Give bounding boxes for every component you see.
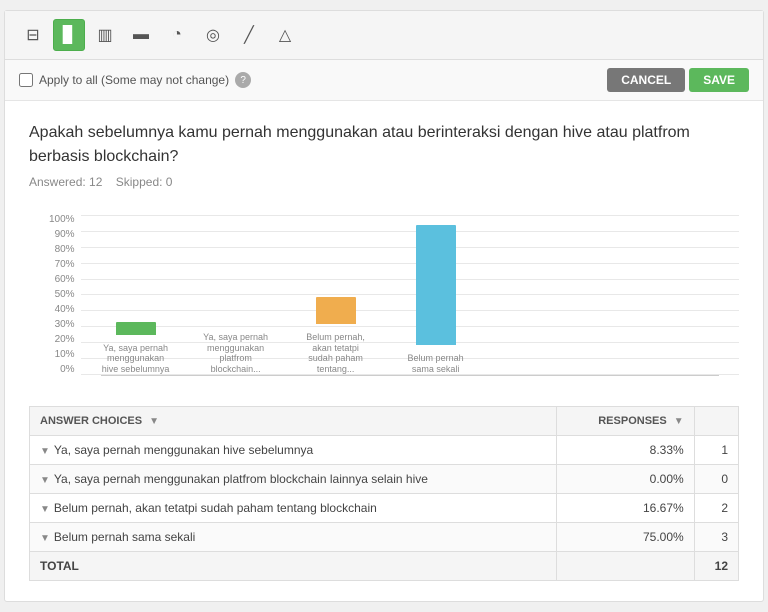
bar-group: Ya, saya pernah menggunakan hive sebelum… xyxy=(101,322,171,375)
row-expand-icon[interactable]: ▼ xyxy=(40,504,50,515)
bar-x-label: Belum pernah, akan tetatpi sudah paham t… xyxy=(301,332,371,375)
bar xyxy=(116,322,156,335)
answer-choice-cell: ▼Ya, saya pernah menggunakan platfrom bl… xyxy=(30,465,557,494)
apply-all-group: Apply to all (Some may not change) ? xyxy=(19,72,251,88)
main-card: ⊟▊▥▬◔◎╱△ Apply to all (Some may not chan… xyxy=(4,10,764,602)
apply-all-label: Apply to all (Some may not change) xyxy=(39,73,229,87)
table-row: ▼Belum pernah sama sekali75.00%3 xyxy=(30,523,739,552)
y-axis-label: 60% xyxy=(49,275,75,285)
y-axis-label: 80% xyxy=(49,245,75,255)
bar xyxy=(316,297,356,324)
help-icon[interactable]: ? xyxy=(235,72,251,88)
response-count-cell: 0 xyxy=(694,465,738,494)
y-axis-label: 10% xyxy=(49,350,75,360)
answer-choice-cell: ▼Ya, saya pernah menggunakan hive sebelu… xyxy=(30,436,557,465)
table-row: ▼Belum pernah, akan tetatpi sudah paham … xyxy=(30,494,739,523)
pie-chart-icon[interactable]: ◔ xyxy=(161,19,193,51)
apply-all-checkbox[interactable] xyxy=(19,73,33,87)
column-chart-icon[interactable]: ▬ xyxy=(125,19,157,51)
response-pct-cell: 8.33% xyxy=(557,436,694,465)
cancel-button[interactable]: CANCEL xyxy=(607,68,685,92)
y-axis-label: 90% xyxy=(49,230,75,240)
stacked-chart-icon[interactable]: ▥ xyxy=(89,19,121,51)
bar-group: Belum pernah sama sekali xyxy=(401,225,471,375)
y-axis-label: 0% xyxy=(49,365,75,375)
y-axis-label: 100% xyxy=(49,215,75,225)
row-expand-icon[interactable]: ▼ xyxy=(40,533,50,544)
question-meta: Answered: 12 Skipped: 0 xyxy=(29,175,739,189)
action-buttons: CANCEL SAVE xyxy=(607,68,749,92)
table-row: ▼Ya, saya pernah menggunakan platfrom bl… xyxy=(30,465,739,494)
response-pct-cell: 0.00% xyxy=(557,465,694,494)
chart-area: 0% 10% 20% 30% 40% 50% 60% 70% 80% 90% 100% Ya, sa… xyxy=(29,205,739,386)
answer-sort-icon[interactable]: ▼ xyxy=(149,416,159,427)
bar-x-label: Belum pernah sama sekali xyxy=(401,353,471,375)
table-row: ▼Ya, saya pernah menggunakan hive sebelu… xyxy=(30,436,739,465)
bar-x-label: Ya, saya pernah menggunakan hive sebelum… xyxy=(101,343,171,375)
y-axis: 0% 10% 20% 30% 40% 50% 60% 70% 80% 90% 100% xyxy=(49,215,75,375)
col-answer-header: ANSWER CHOICES ▼ xyxy=(30,407,557,436)
bar-chart-icon[interactable]: ▊ xyxy=(53,19,85,51)
save-button[interactable]: SAVE xyxy=(689,68,749,92)
response-pct-cell: 75.00% xyxy=(557,523,694,552)
question-title: Apakah sebelumnya kamu pernah menggunaka… xyxy=(29,121,739,169)
response-count-cell: 3 xyxy=(694,523,738,552)
chart-type-toolbar: ⊟▊▥▬◔◎╱△ xyxy=(5,11,763,60)
content-area: Apakah sebelumnya kamu pernah menggunaka… xyxy=(5,101,763,601)
row-expand-icon[interactable]: ▼ xyxy=(40,475,50,486)
bar-x-label: Ya, saya pernah menggunakan platfrom blo… xyxy=(201,332,271,375)
response-count-cell: 1 xyxy=(694,436,738,465)
total-label-cell: TOTAL xyxy=(30,552,557,581)
y-axis-label: 70% xyxy=(49,260,75,270)
bar-group: Belum pernah, akan tetatpi sudah paham t… xyxy=(301,297,371,375)
answered-value: 12 xyxy=(89,175,102,189)
line-chart-icon[interactable]: ╱ xyxy=(233,19,265,51)
skipped-label: Skipped: xyxy=(116,175,163,189)
bars-row: Ya, saya pernah menggunakan hive sebelum… xyxy=(81,215,739,375)
col-count-header xyxy=(694,407,738,436)
y-axis-label: 20% xyxy=(49,335,75,345)
bar-group: Ya, saya pernah menggunakan platfrom blo… xyxy=(201,324,271,375)
response-pct-cell: 16.67% xyxy=(557,494,694,523)
y-axis-label: 50% xyxy=(49,290,75,300)
responses-sort-icon[interactable]: ▼ xyxy=(674,416,684,427)
table-chart-icon[interactable]: ⊟ xyxy=(17,19,49,51)
total-count-cell: 12 xyxy=(694,552,738,581)
answered-label: Answered: xyxy=(29,175,86,189)
bar xyxy=(416,225,456,345)
answer-choice-cell: ▼Belum pernah sama sekali xyxy=(30,523,557,552)
col-responses-header: RESPONSES ▼ xyxy=(557,407,694,436)
answer-table: ANSWER CHOICES ▼ RESPONSES ▼ ▼Ya, saya p… xyxy=(29,406,739,581)
answer-choice-cell: ▼Belum pernah, akan tetatpi sudah paham … xyxy=(30,494,557,523)
area-chart-icon[interactable]: △ xyxy=(269,19,301,51)
row-expand-icon[interactable]: ▼ xyxy=(40,446,50,457)
options-bar: Apply to all (Some may not change) ? CAN… xyxy=(5,60,763,101)
total-empty-cell xyxy=(557,552,694,581)
total-row: TOTAL 12 xyxy=(30,552,739,581)
y-axis-label: 30% xyxy=(49,320,75,330)
response-count-cell: 2 xyxy=(694,494,738,523)
skipped-value: 0 xyxy=(166,175,173,189)
y-axis-label: 40% xyxy=(49,305,75,315)
donut-chart-icon[interactable]: ◎ xyxy=(197,19,229,51)
